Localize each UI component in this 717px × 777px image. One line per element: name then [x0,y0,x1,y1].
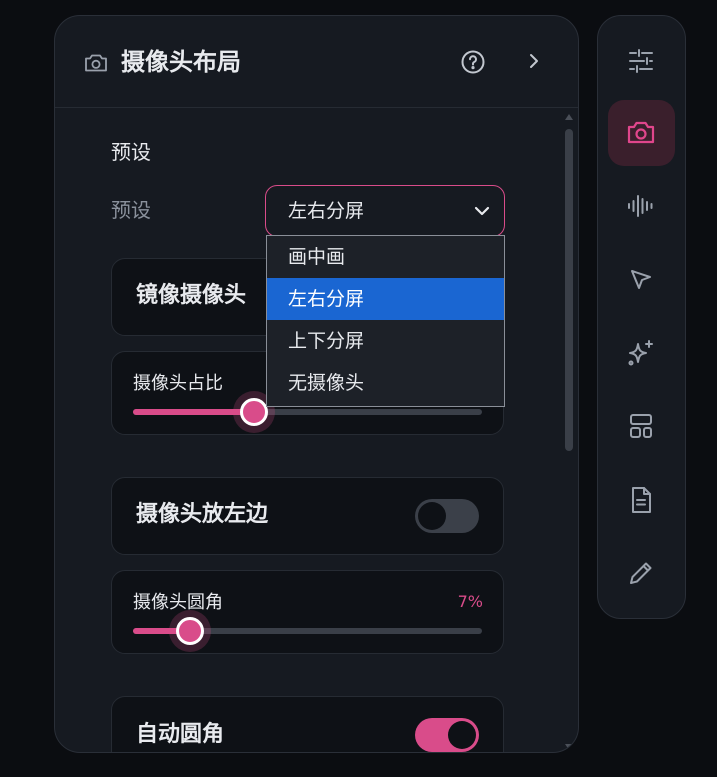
corner-radius-value: 7% [457,592,483,611]
sidebar-item-camera[interactable] [608,100,675,166]
preset-select[interactable]: 左右分屏 [265,185,505,237]
toggle-knob [448,721,476,749]
sidebar-item-cursor[interactable] [608,247,675,313]
camera-ratio-slider-fill [133,409,255,415]
camera-left-toggle[interactable] [415,499,479,533]
panel-scrollbar[interactable] [562,113,576,752]
camera-left-label: 摄像头放左边 [136,502,269,527]
preset-option-side-by-side[interactable]: 左右分屏 [267,278,504,320]
preset-section-title: 预设 [111,140,151,164]
chevron-down-icon [474,206,490,216]
auto-corner-toggle[interactable] [415,718,479,752]
sliders-icon [629,49,653,73]
toggle-knob [418,502,446,530]
audio-waveform-icon [628,195,653,217]
auto-corner-card[interactable]: 自动圆角 [111,696,504,752]
camera-ratio-slider[interactable] [133,398,482,426]
preset-option-no-camera[interactable]: 无摄像头 [267,362,504,404]
corner-radius-slider[interactable] [133,617,482,645]
sidebar-item-effects[interactable] [608,320,675,386]
scroll-up-arrow-icon[interactable] [564,113,574,121]
corner-radius-slider-handle[interactable] [175,617,204,645]
layout-icon [630,414,652,438]
corner-radius-card: 摄像头圆角 7% [111,570,504,654]
pencil-icon [630,562,652,584]
corner-radius-label: 摄像头圆角 [133,592,223,613]
help-circle-icon[interactable] [460,49,486,75]
preset-label: 预设 [111,198,151,222]
sidebar-item-document[interactable] [608,467,675,533]
scrollbar-thumb[interactable] [565,129,573,451]
document-icon [632,487,651,513]
mirror-camera-label: 镜像摄像头 [136,283,247,308]
panel-header: 摄像头布局 [55,16,578,108]
tool-sidebar [597,15,686,619]
sidebar-item-audio[interactable] [608,173,675,239]
sidebar-item-adjustments[interactable] [608,28,675,94]
camera-ratio-label: 摄像头占比 [133,373,223,394]
scroll-down-arrow-icon[interactable] [564,743,574,751]
preset-option-pip[interactable]: 画中画 [267,236,504,278]
camera-left-card[interactable]: 摄像头放左边 [111,477,504,555]
preset-option-top-bottom[interactable]: 上下分屏 [267,320,504,362]
sidebar-item-layout[interactable] [608,393,675,459]
auto-corner-label: 自动圆角 [136,722,225,747]
camera-icon [627,121,655,144]
camera-icon [85,54,107,72]
page-title: 摄像头布局 [121,48,241,76]
camera-ratio-slider-handle[interactable] [240,398,269,426]
preset-dropdown-menu: 画中画 左右分屏 上下分屏 无摄像头 [266,235,505,407]
sidebar-item-annotate[interactable] [608,540,675,606]
sparkles-icon [628,340,653,366]
chevron-right-icon[interactable] [525,50,543,72]
preset-selected-value: 左右分屏 [288,200,365,222]
cursor-pointer-icon [631,270,651,289]
